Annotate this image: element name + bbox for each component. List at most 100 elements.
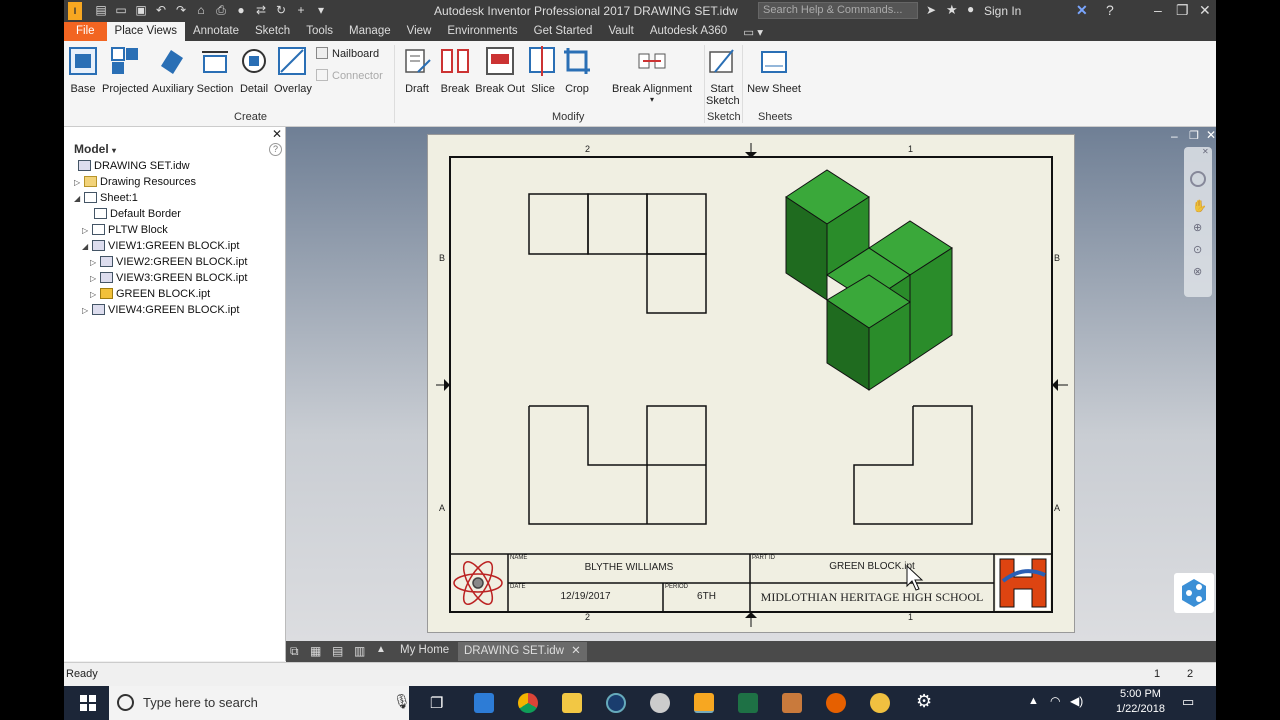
- tab-autodesk-a360[interactable]: Autodesk A360: [642, 22, 735, 41]
- draft-button[interactable]: Draft: [402, 46, 432, 95]
- break-alignment-button[interactable]: Break Alignment ▾: [606, 46, 698, 104]
- nailboard-button[interactable]: Nailboard: [316, 47, 379, 60]
- help-icon[interactable]: ?: [1106, 2, 1114, 18]
- drawing-sheet[interactable]: 2 1 2 1 B A B A NAME BLYTHE WILLIAMS DAT…: [427, 134, 1075, 633]
- volume-icon[interactable]: ◀): [1070, 694, 1083, 708]
- nav-close-icon[interactable]: ✕: [1202, 147, 1209, 156]
- customize-icon[interactable]: ▾: [314, 3, 328, 17]
- pan-icon[interactable]: ✋: [1192, 199, 1207, 213]
- ribbon-options-icon[interactable]: ▭ ▾: [735, 22, 771, 41]
- tab-place-views[interactable]: Place Views: [106, 22, 185, 41]
- taskbar-search-input[interactable]: Type here to search 🎙: [109, 686, 411, 720]
- overlay-view-button[interactable]: Overlay: [274, 46, 312, 95]
- slice-button[interactable]: Slice: [528, 46, 558, 95]
- section-view-button[interactable]: Section: [196, 46, 234, 95]
- home-icon[interactable]: ⌂: [194, 3, 208, 17]
- update-icon[interactable]: ↻: [274, 3, 288, 17]
- close-icon[interactable]: ✕: [1199, 2, 1211, 19]
- firefox-icon[interactable]: [826, 693, 846, 713]
- excel-icon[interactable]: [738, 693, 758, 713]
- file-explorer-icon[interactable]: [562, 693, 582, 713]
- zoom-icon[interactable]: ⊕: [1193, 221, 1202, 234]
- browser-title[interactable]: Model ▾: [74, 142, 116, 156]
- close-icon[interactable]: ✕: [571, 645, 581, 657]
- tab-view[interactable]: View: [399, 22, 440, 41]
- tree-item-pltw-block[interactable]: ▷ PLTW Block: [82, 224, 168, 236]
- chevron-up-icon[interactable]: ▲: [1028, 695, 1039, 707]
- grid-icon[interactable]: ▦: [310, 644, 321, 658]
- steering-wheel-icon[interactable]: [1190, 171, 1206, 187]
- collapse-icon[interactable]: ◢: [74, 194, 84, 203]
- tab-environments[interactable]: Environments: [439, 22, 525, 41]
- redo-icon[interactable]: ↷: [174, 3, 188, 17]
- inventor-icon[interactable]: [694, 693, 714, 713]
- expand-icon[interactable]: ▷: [90, 258, 100, 267]
- measure-icon[interactable]: ⇄: [254, 3, 268, 17]
- help-icon[interactable]: ?: [269, 143, 282, 156]
- notifications-icon[interactable]: ▭: [1182, 694, 1194, 710]
- search-input[interactable]: Search Help & Commands...: [758, 2, 918, 19]
- binoculars-icon[interactable]: ➤: [926, 3, 936, 17]
- tab-manage[interactable]: Manage: [341, 22, 399, 41]
- tab-vault[interactable]: Vault: [600, 22, 641, 41]
- tab-tools[interactable]: Tools: [298, 22, 341, 41]
- tab-annotate[interactable]: Annotate: [185, 22, 247, 41]
- package-icon[interactable]: [782, 693, 802, 713]
- settings-gear-icon[interactable]: ⚙: [916, 691, 932, 712]
- new-icon[interactable]: ▤: [94, 3, 108, 17]
- expand-icon[interactable]: ▷: [90, 274, 100, 283]
- graphics-canvas[interactable]: – ❐ ✕ 2 1 2 1 B A B A NAME BLYTHE WILLIA…: [286, 127, 1216, 720]
- zoom-window-icon[interactable]: ⊙: [1193, 243, 1202, 256]
- save-icon[interactable]: ▣: [134, 3, 148, 17]
- tab-get-started[interactable]: Get Started: [526, 22, 601, 41]
- base-view-button[interactable]: Base: [68, 46, 98, 95]
- microphone-icon[interactable]: 🎙: [393, 693, 411, 710]
- print-icon[interactable]: ⎙: [214, 3, 228, 17]
- start-sketch-button[interactable]: Start Sketch: [706, 46, 740, 107]
- tree-item-view2[interactable]: ▷ VIEW2:GREEN BLOCK.ipt: [90, 256, 247, 268]
- tree-item-sheet[interactable]: ◢ Sheet:1: [74, 192, 138, 204]
- break-button[interactable]: Break: [440, 46, 470, 95]
- new-sheet-button[interactable]: New Sheet: [746, 46, 802, 95]
- tree-item-drawing-resources[interactable]: ▷ Drawing Resources: [74, 176, 196, 188]
- tree-item-view1[interactable]: ◢ VIEW1:GREEN BLOCK.ipt: [82, 240, 239, 252]
- exchange-icon[interactable]: ✕: [1076, 2, 1088, 19]
- tab-drawing-set[interactable]: DRAWING SET.idw ✕: [458, 642, 587, 661]
- canvas-minimize-icon[interactable]: –: [1171, 129, 1178, 143]
- canvas-close-icon[interactable]: ✕: [1206, 128, 1216, 142]
- detail-view-button[interactable]: Detail: [238, 46, 270, 95]
- add-icon[interactable]: +: [294, 3, 308, 17]
- tree-item-drawing[interactable]: DRAWING SET.idw: [78, 160, 190, 172]
- tree-item-default-border[interactable]: Default Border: [94, 208, 181, 220]
- arrow-up-icon[interactable]: ▲: [376, 644, 386, 655]
- zoom-all-icon[interactable]: ⊗: [1193, 265, 1202, 278]
- star-icon[interactable]: ★: [946, 2, 958, 18]
- paint-icon[interactable]: [870, 693, 890, 713]
- horizontal-split-icon[interactable]: ▤: [332, 644, 343, 658]
- material-icon[interactable]: ●: [234, 3, 248, 17]
- open-icon[interactable]: ▭: [114, 3, 128, 17]
- tab-file[interactable]: File: [64, 22, 107, 41]
- crop-button[interactable]: Crop: [562, 46, 592, 95]
- app-icon[interactable]: [650, 693, 670, 713]
- wifi-icon[interactable]: ◠: [1050, 694, 1060, 708]
- expand-icon[interactable]: ▷: [82, 306, 92, 315]
- undo-icon[interactable]: ↶: [154, 3, 168, 17]
- media-icon[interactable]: [606, 693, 626, 713]
- close-icon[interactable]: ✕: [272, 127, 282, 141]
- windows-start-icon[interactable]: [80, 695, 96, 711]
- break-out-button[interactable]: Break Out: [474, 46, 526, 95]
- clock-date[interactable]: 1/22/2018: [1116, 703, 1165, 715]
- tree-item-view4[interactable]: ▷ VIEW4:GREEN BLOCK.ipt: [82, 304, 239, 316]
- expand-icon[interactable]: ▷: [90, 290, 100, 299]
- projected-view-button[interactable]: Projected: [102, 46, 148, 95]
- expand-icon[interactable]: ▷: [74, 178, 84, 187]
- store-icon[interactable]: [474, 693, 494, 713]
- tile-icon[interactable]: ⧉: [290, 644, 299, 659]
- expand-icon[interactable]: ▷: [82, 226, 92, 235]
- tab-my-home[interactable]: My Home: [400, 644, 449, 656]
- restore-icon[interactable]: ❐: [1176, 2, 1189, 19]
- chrome-icon[interactable]: [518, 693, 538, 713]
- canvas-restore-icon[interactable]: ❐: [1189, 129, 1199, 142]
- sign-in-link[interactable]: Sign In: [984, 4, 1021, 18]
